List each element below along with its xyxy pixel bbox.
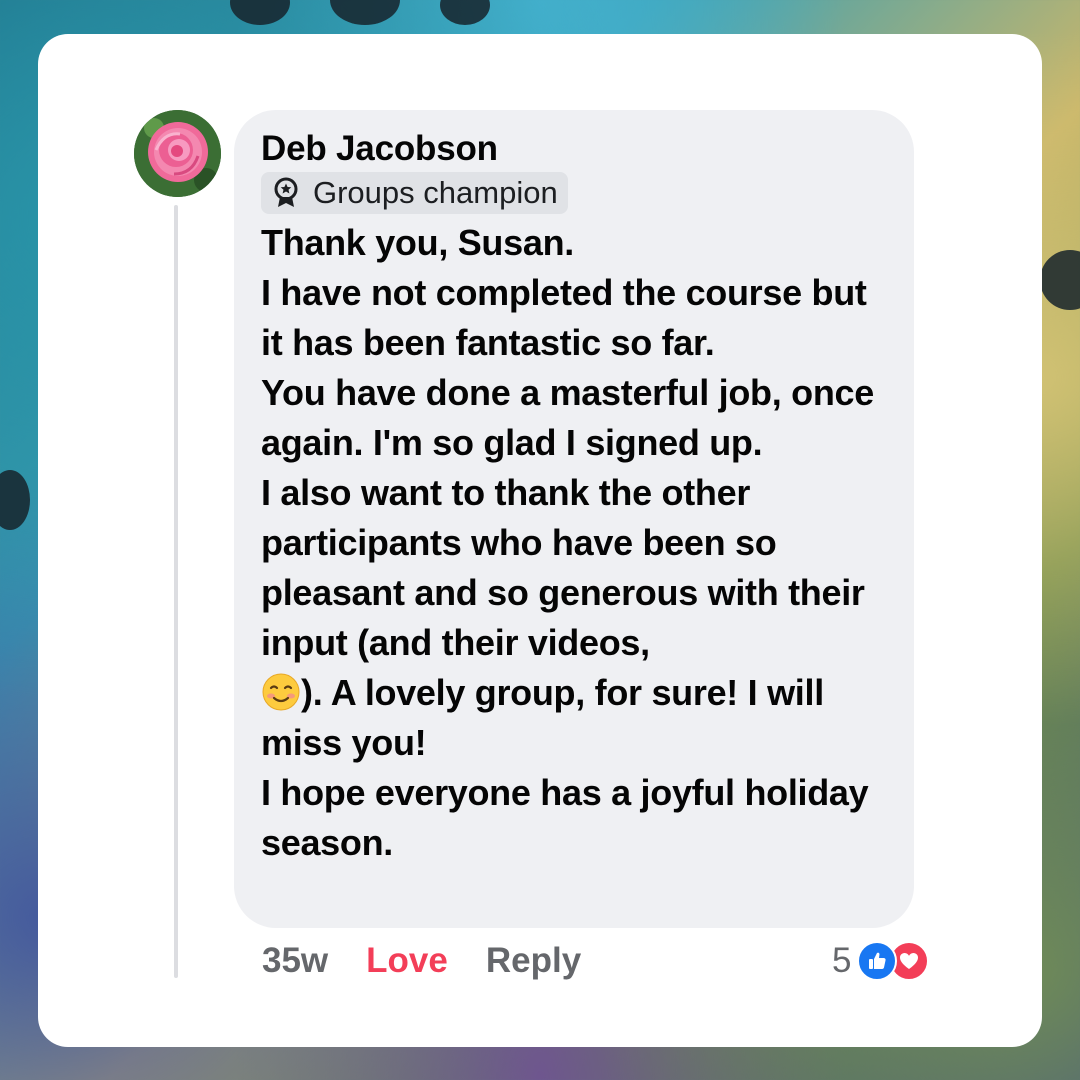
smiling-face-emoji-icon xyxy=(261,672,301,712)
comment-text: Thank you, Susan. I have not completed t… xyxy=(261,218,888,868)
reaction-count: 5 xyxy=(832,941,852,980)
background-paint-stroke xyxy=(230,0,290,25)
reply-button[interactable]: Reply xyxy=(486,941,581,981)
avatar[interactable] xyxy=(134,110,221,197)
rose-avatar-icon xyxy=(134,110,221,197)
like-icon xyxy=(857,941,898,981)
timestamp[interactable]: 35w xyxy=(262,941,328,981)
comment-text-part-2: ). A lovely group, for sure! I will miss… xyxy=(261,672,869,863)
love-button[interactable]: Love xyxy=(366,941,448,981)
comment-bubble: Deb Jacobson Groups champion Thank you, … xyxy=(234,110,914,928)
badge-label: Groups champion xyxy=(313,175,558,210)
award-ribbon-icon xyxy=(273,177,299,209)
background-paint-stroke xyxy=(0,470,30,530)
comment-footer: 35w Love Reply xyxy=(262,936,581,986)
comment-text-part-1: Thank you, Susan. I have not completed t… xyxy=(261,222,874,663)
author-name[interactable]: Deb Jacobson xyxy=(261,128,888,170)
reactions-summary[interactable]: 5 xyxy=(832,936,930,986)
background-paint-stroke xyxy=(440,0,490,25)
thread-line xyxy=(174,205,178,978)
groups-champion-badge[interactable]: Groups champion xyxy=(261,172,568,214)
background-paint-stroke xyxy=(330,0,400,25)
background-paint-stroke xyxy=(1040,250,1080,310)
